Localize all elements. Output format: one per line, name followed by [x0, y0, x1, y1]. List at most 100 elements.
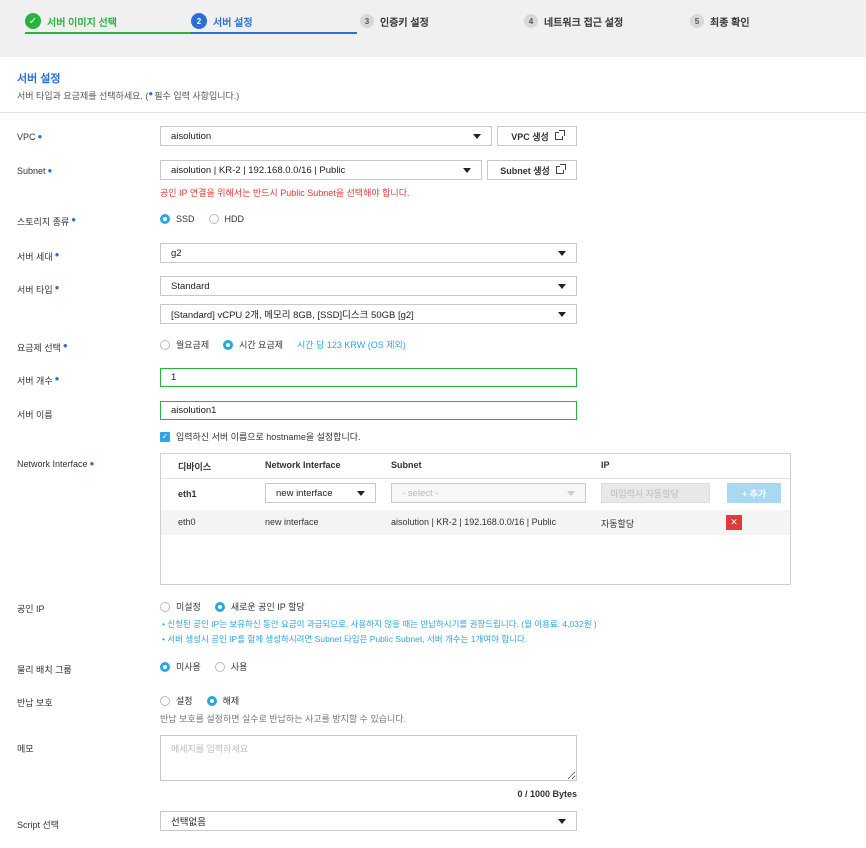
return-protection-label: 반납 보호 — [17, 698, 53, 708]
option-label: 시간 요금제 — [239, 340, 284, 350]
billing-radio-group: 월요금제 시간 요금제 시간 당 123 KRW (OS 제외) — [160, 338, 406, 351]
delete-icon[interactable]: ✕ — [726, 515, 742, 530]
generation-label: 서버 세대 ● — [17, 250, 59, 263]
step-network-access[interactable]: 4 네트워크 접근 설정 — [524, 8, 623, 34]
select-value: aisolution — [171, 130, 212, 142]
public-ip-label: 공인 IP — [17, 604, 45, 614]
billing-label: 요금제 선택 ● — [17, 341, 68, 354]
server-name-input[interactable]: aisolution1 — [160, 401, 577, 420]
radio-selected-icon — [160, 214, 170, 224]
option-label: 월요금제 — [176, 340, 210, 350]
step-number: 5 — [690, 14, 704, 28]
hostname-checkbox-row[interactable]: ✓ 입력하신 서버 이름으로 hostname을 설정합니다. — [160, 430, 361, 443]
label-text: Subnet — [17, 166, 46, 176]
step-number: 3 — [360, 14, 374, 28]
placement-option-unused[interactable]: 미사용 — [160, 660, 201, 673]
ip-cell: 자동할당 — [601, 519, 635, 529]
protection-hint: 반납 보호를 설정하면 실수로 반납하는 사고를 방지할 수 있습니다. — [160, 714, 407, 724]
radio-icon — [160, 601, 170, 612]
option-label: 사용 — [230, 662, 248, 672]
new-row-device: eth1 — [178, 489, 197, 499]
step-number: 2 — [191, 13, 207, 29]
radio-selected-icon — [223, 339, 234, 350]
public-ip-radio-group: 미설정 새로운 공인 IP 할당 — [160, 600, 319, 613]
radio-icon — [208, 214, 219, 224]
generation-select[interactable]: g2 — [160, 243, 577, 263]
public-ip-option-new[interactable]: 새로운 공인 IP 할당 — [214, 600, 305, 613]
select-value: [Standard] vCPU 2개, 메모리 8GB, [SSD]디스크 50… — [171, 310, 414, 321]
label-text: 요금제 선택 — [17, 343, 61, 353]
required-dot-icon: ● — [54, 250, 60, 259]
storage-radio-group: SSD HDD — [160, 214, 258, 224]
subnet-select[interactable]: aisolution | KR-2 | 192.168.0.0/16 | Pub… — [160, 160, 482, 180]
storage-option-ssd[interactable]: SSD — [160, 214, 195, 224]
name-label: 서버 이름 — [17, 410, 53, 420]
caret-down-icon — [558, 311, 566, 317]
storage-option-hdd[interactable]: HDD — [208, 214, 245, 224]
memo-textarea[interactable] — [160, 735, 577, 781]
subtitle-text: 필수 입력 사항입니다.) — [154, 91, 240, 101]
caret-down-icon — [463, 167, 471, 173]
vpc-select[interactable]: aisolution — [160, 126, 492, 146]
script-label: Script 선택 — [17, 820, 60, 830]
step-progress-active — [191, 32, 357, 34]
step-number: 4 — [524, 14, 538, 28]
caret-down-icon — [558, 283, 566, 289]
create-vpc-button[interactable]: VPC 생성 — [497, 126, 577, 146]
select-value: Standard — [171, 280, 210, 292]
placement-option-used[interactable]: 사용 — [214, 660, 248, 673]
caret-down-icon — [558, 818, 566, 824]
table-row: eth0 new interface aisolution | KR-2 | 1… — [161, 510, 790, 535]
protection-option-off[interactable]: 해제 — [206, 694, 240, 707]
add-interface-button[interactable]: + 추가 — [727, 483, 781, 503]
server-spec-select[interactable]: [Standard] vCPU 2개, 메모리 8GB, [SSD]디스크 50… — [160, 304, 577, 324]
interface-select[interactable]: new interface — [265, 483, 376, 503]
page-title: 서버 설정 — [17, 73, 61, 85]
required-dot-icon: ● — [47, 166, 53, 175]
radio-icon — [160, 695, 170, 706]
caret-down-icon — [567, 490, 575, 496]
page-subtitle: 서버 타입과 요금제를 선택하세요. (●필수 입력 사항입니다.) — [17, 89, 239, 102]
button-label: VPC 생성 — [511, 131, 549, 142]
divider — [0, 112, 866, 113]
step-label: 네트워크 접근 설정 — [544, 17, 624, 29]
server-type-select[interactable]: Standard — [160, 276, 577, 296]
option-label: HDD — [224, 214, 245, 224]
option-label: 새로운 공인 IP 할당 — [230, 602, 305, 612]
count-label: 서버 개수 ● — [17, 374, 59, 387]
checkbox-checked-icon[interactable]: ✓ — [160, 431, 170, 442]
placement-radio-group: 미사용 사용 — [160, 660, 261, 673]
external-link-icon — [554, 130, 565, 140]
radio-selected-icon — [206, 695, 217, 706]
server-count-input[interactable]: 1 — [160, 368, 577, 387]
required-dot-icon: ● — [37, 132, 43, 141]
caret-down-icon — [473, 133, 481, 139]
subnet-select-disabled: - select - — [391, 483, 586, 503]
external-link-icon — [555, 164, 566, 174]
option-label: SSD — [176, 214, 195, 224]
public-ip-option-none[interactable]: 미설정 — [160, 600, 201, 613]
billing-option-hourly[interactable]: 시간 요금제 — [223, 338, 283, 351]
select-value: aisolution | KR-2 | 192.168.0.0/16 | Pub… — [171, 164, 346, 176]
script-select[interactable]: 선택없음 — [160, 811, 577, 831]
public-ip-note: 신청된 공인 IP는 보유하신 동안 요금이 과금되므로, 사용하지 않을 때는… — [162, 618, 596, 630]
step-server-settings[interactable]: 2 서버 설정 — [191, 8, 253, 34]
radio-icon — [214, 661, 225, 672]
step-auth-key[interactable]: 3 인증키 설정 — [360, 8, 429, 34]
create-subnet-button[interactable]: Subnet 생성 — [487, 160, 577, 180]
select-value: 선택없음 — [171, 817, 206, 828]
radio-icon — [160, 339, 170, 350]
step-progress-done — [25, 32, 191, 34]
ip-input-disabled: 미입력시 자동할당 — [601, 483, 710, 503]
step-image[interactable]: ✓ 서버 이미지 선택 — [25, 8, 117, 34]
protection-option-on[interactable]: 설정 — [160, 694, 193, 707]
step-label: 서버 이미지 선택 — [47, 17, 117, 29]
option-label: 해제 — [222, 696, 240, 706]
billing-option-monthly[interactable]: 월요금제 — [160, 338, 209, 351]
step-final-review[interactable]: 5 최종 확인 — [690, 8, 750, 34]
vpc-label: VPC ● — [17, 132, 42, 142]
device-cell: eth0 — [178, 517, 196, 527]
label-text: VPC — [17, 132, 36, 142]
subtitle-text: 서버 타입과 요금제를 선택하세요. ( — [17, 91, 149, 101]
divider — [161, 478, 790, 479]
